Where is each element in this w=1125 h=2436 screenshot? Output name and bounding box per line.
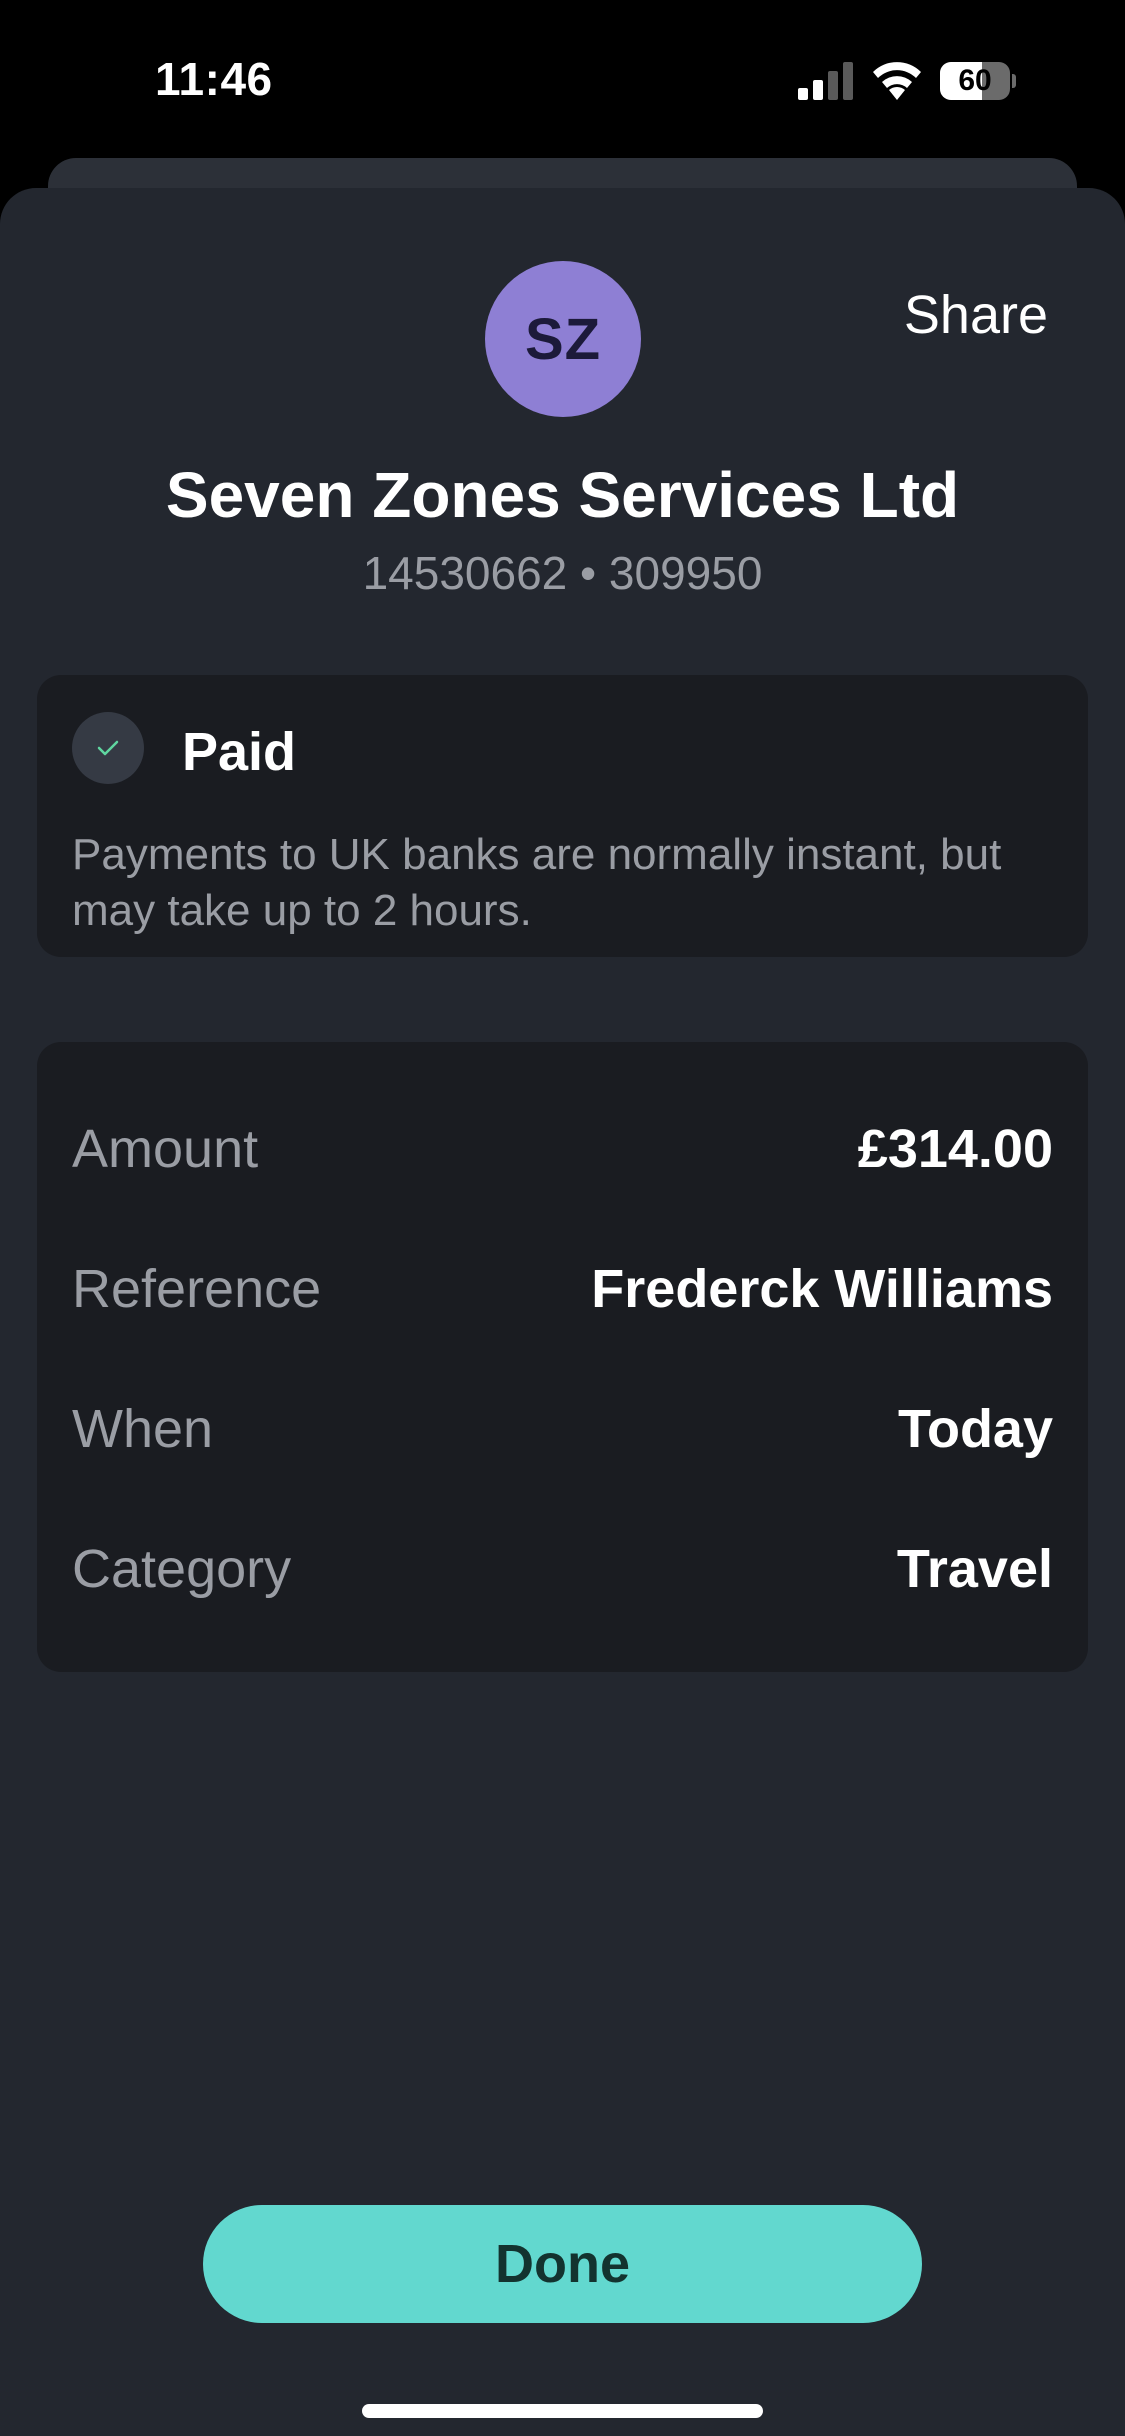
avatar-initials: SZ — [524, 306, 602, 372]
detail-row-reference: Reference Frederck Williams — [72, 1258, 1053, 1328]
detail-label: Category — [72, 1539, 292, 1599]
battery-percent: 60 — [958, 64, 992, 97]
detail-value: Today — [897, 1399, 1053, 1459]
transaction-details-card: Amount £314.00 Reference Frederck Willia… — [37, 1042, 1088, 1672]
share-button[interactable]: Share — [904, 284, 1048, 346]
payment-status-card: Paid Payments to UK banks are normally i… — [37, 675, 1088, 957]
check-icon — [72, 712, 144, 784]
status-description: Payments to UK banks are normally instan… — [72, 830, 1002, 935]
status-title: Paid — [182, 722, 297, 782]
payee-name: Seven Zones Services Ltd — [165, 459, 960, 531]
battery-body: 60 — [940, 62, 1010, 100]
detail-label: When — [72, 1399, 214, 1459]
detail-value: £314.00 — [857, 1119, 1053, 1179]
home-indicator[interactable] — [362, 2404, 763, 2418]
detail-row-amount: Amount £314.00 — [72, 1118, 1053, 1188]
wifi-icon — [873, 62, 921, 100]
done-button[interactable]: Done — [203, 2205, 922, 2323]
detail-row-when: When Today — [72, 1398, 1053, 1468]
detail-label: Reference — [72, 1259, 322, 1319]
status-bar: 11:46 60 — [0, 0, 1125, 160]
detail-label: Amount — [72, 1119, 259, 1179]
battery-icon: 60 — [940, 62, 1016, 100]
account-details: 14530662 • 309950 — [362, 547, 763, 599]
avatar: SZ — [485, 261, 641, 417]
battery-cap — [1012, 74, 1016, 88]
payment-details-sheet: SZ Share Seven Zones Services Ltd 145306… — [0, 188, 1125, 2436]
status-time: 11:46 — [155, 53, 273, 105]
check-mark-glyph — [97, 740, 119, 756]
detail-value: Frederck Williams — [591, 1259, 1053, 1319]
detail-row-category[interactable]: Category Travel — [72, 1538, 1053, 1608]
detail-value: Travel — [896, 1539, 1053, 1599]
signal-icon — [798, 62, 853, 100]
